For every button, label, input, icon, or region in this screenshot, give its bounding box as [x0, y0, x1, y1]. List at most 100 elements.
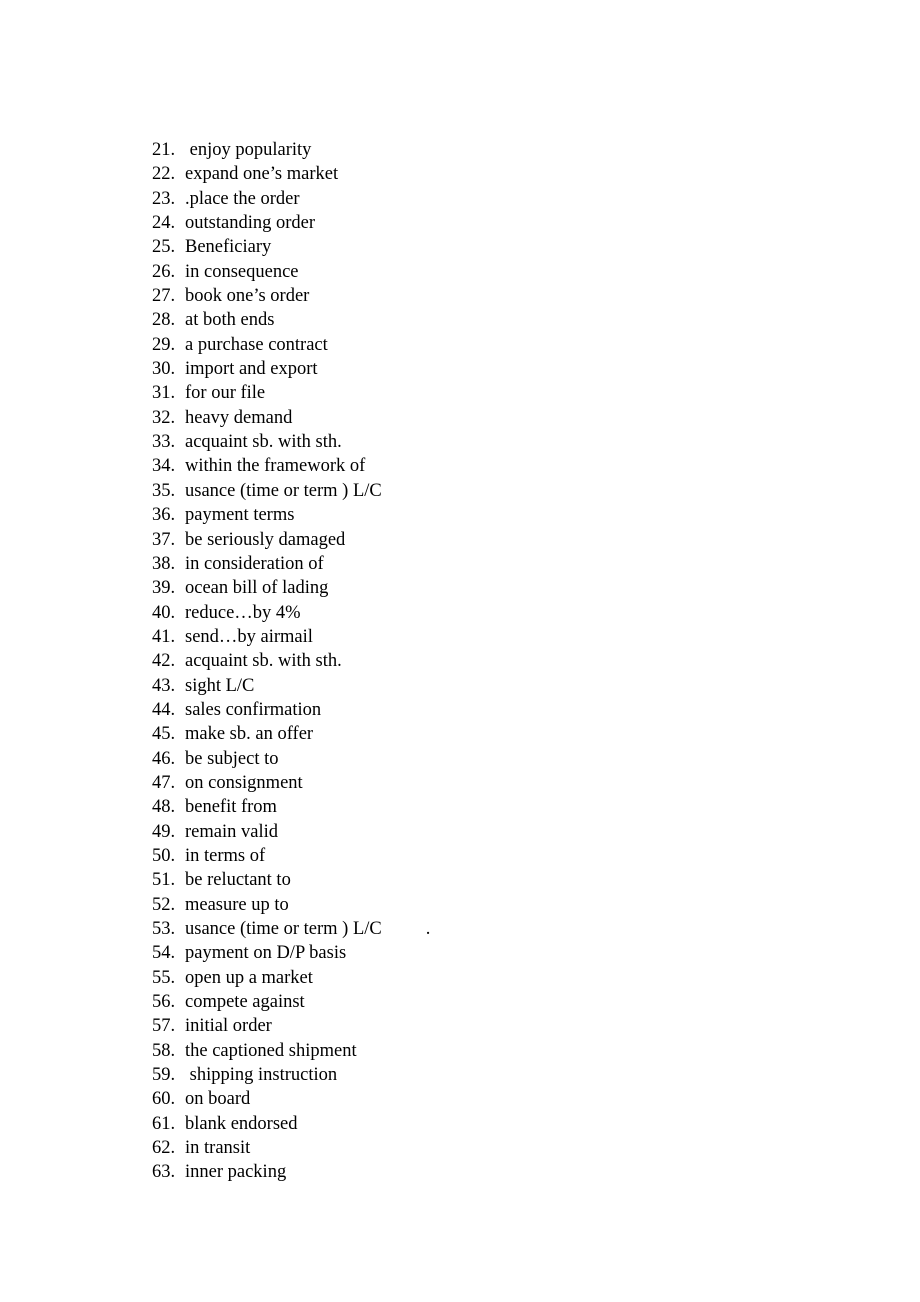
list-item-number: 29.	[152, 334, 176, 355]
list-item-text: heavy demand	[185, 407, 293, 428]
list-item-trailing-mark: .	[425, 919, 431, 939]
list-item-number: 37.	[152, 529, 176, 550]
list-item-text: payment on D/P basis	[185, 943, 347, 964]
list-item-number: 62.	[152, 1138, 176, 1159]
list-item: 34. within the framework of	[152, 454, 772, 478]
list-item-text: benefit from	[185, 797, 277, 818]
list-item: 56. compete against	[152, 990, 772, 1014]
list-item-number: 21.	[152, 140, 176, 160]
list-item-number: 52.	[152, 894, 176, 915]
list-item-text: remain valid	[185, 821, 278, 842]
list-item-number: 39.	[152, 578, 176, 599]
list-item: 41. send…by airmail	[152, 625, 772, 649]
list-item: 60. on board	[152, 1087, 772, 1111]
list-item: 58. the captioned shipment	[152, 1039, 772, 1063]
list-item-text: acquaint sb. with sth.	[185, 432, 342, 453]
list-item-text: in consequence	[185, 261, 299, 282]
list-item-number: 40.	[152, 602, 176, 623]
list-item: 43. sight L/C	[152, 674, 772, 698]
list-item: 33. acquaint sb. with sth.	[152, 430, 772, 454]
list-item-number: 32.	[152, 407, 176, 428]
list-item: 46. be subject to	[152, 747, 772, 771]
list-item-text: shipping instruction	[185, 1065, 338, 1086]
list-item-number: 58.	[152, 1040, 176, 1061]
list-item-text: be reluctant to	[185, 870, 291, 891]
list-item-text: on board	[185, 1089, 251, 1110]
list-item: 54. payment on D/P basis	[152, 941, 772, 965]
list-item-number: 23.	[152, 188, 176, 209]
list-item-text: in terms of	[185, 845, 266, 866]
list-item-number: 34.	[152, 456, 176, 477]
list-item-text: sales confirmation	[185, 699, 322, 720]
list-item: 38. in consideration of	[152, 552, 772, 576]
list-item: 44. sales confirmation	[152, 698, 772, 722]
list-item-number: 57.	[152, 1016, 176, 1037]
list-item: 63. inner packing	[152, 1160, 772, 1184]
list-item: 45. make sb. an offer	[152, 722, 772, 746]
list-item: 57. initial order	[152, 1014, 772, 1038]
vocabulary-list: 21. enjoy popularity 22. expand one’s mark…	[152, 138, 772, 1185]
list-item-text: the captioned shipment	[185, 1040, 357, 1061]
list-item-number: 30.	[152, 359, 176, 380]
list-item: 37. be seriously damaged	[152, 528, 772, 552]
list-item-text: expand one’s market	[185, 164, 339, 185]
list-item-number: 46.	[152, 748, 176, 769]
list-item-text: compete against	[185, 992, 305, 1013]
list-item: 32. heavy demand	[152, 406, 772, 430]
list-item-text: import and export	[185, 359, 318, 380]
list-item-text: in consideration of	[185, 553, 324, 574]
list-item: 23. .place the order	[152, 187, 772, 211]
list-item: 27. book one’s order	[152, 284, 772, 308]
list-item: 24. outstanding order	[152, 211, 772, 235]
list-item: 39. ocean bill of lading	[152, 576, 772, 600]
list-item-number: 43.	[152, 675, 176, 696]
list-item-number: 49.	[152, 821, 176, 842]
list-item-text: be subject to	[185, 748, 279, 769]
list-item-number: 59.	[152, 1065, 176, 1086]
list-item-number: 56.	[152, 992, 176, 1013]
list-item-text: sight L/C	[185, 675, 255, 696]
list-item: 31. for our file	[152, 381, 772, 405]
list-item-number: 55.	[152, 967, 176, 988]
list-item: 61. blank endorsed	[152, 1112, 772, 1136]
list-item-text: usance (time or term ) L/C	[185, 480, 382, 501]
list-item-number: 42.	[152, 651, 176, 672]
list-item: 26. in consequence	[152, 260, 772, 284]
list-item-text: outstanding order	[185, 213, 315, 234]
list-item-text: book one’s order	[185, 286, 310, 307]
list-item-text: initial order	[185, 1016, 272, 1037]
document-body: 21. enjoy popularity 22. expand one’s mark…	[152, 138, 772, 1185]
list-item: 50. in terms of	[152, 844, 772, 868]
list-item-number: 38.	[152, 553, 176, 574]
list-item-text: payment terms	[185, 505, 295, 526]
list-item-number: 45.	[152, 724, 176, 745]
list-item-text: reduce…by 4%	[185, 602, 301, 623]
list-item: 22. expand one’s market	[152, 162, 772, 186]
list-item-text: for our file	[185, 383, 266, 404]
list-item: 52. measure up to	[152, 893, 772, 917]
list-item-number: 50.	[152, 845, 176, 866]
list-item-number: 28.	[152, 310, 176, 331]
list-item: 47. on consignment	[152, 771, 772, 795]
list-item: 53. usance (time or term ) L/C.	[152, 917, 772, 941]
list-item-text: send…by airmail	[185, 626, 313, 647]
list-item-text: a purchase contract	[185, 334, 328, 355]
list-item-text: at both ends	[185, 310, 275, 331]
list-item: 62. in transit	[152, 1136, 772, 1160]
list-item-number: 26.	[152, 261, 176, 282]
list-item-text: within the framework of	[185, 456, 366, 477]
list-item-number: 33.	[152, 432, 176, 453]
list-item: 51. be reluctant to	[152, 868, 772, 892]
list-item-number: 35.	[152, 480, 176, 501]
list-item-text: on consignment	[185, 772, 303, 793]
list-item: 29. a purchase contract	[152, 333, 772, 357]
list-item-number: 60.	[152, 1089, 176, 1110]
list-item: 36. payment terms	[152, 503, 772, 527]
list-item-number: 22.	[152, 164, 176, 185]
list-item: 48. benefit from	[152, 795, 772, 819]
list-item: 55. open up a market	[152, 966, 772, 990]
list-item: 28. at both ends	[152, 308, 772, 332]
list-item-text: usance (time or term ) L/C	[185, 919, 382, 939]
list-item-text: in transit	[185, 1138, 251, 1159]
list-item-text: blank endorsed	[185, 1113, 298, 1134]
